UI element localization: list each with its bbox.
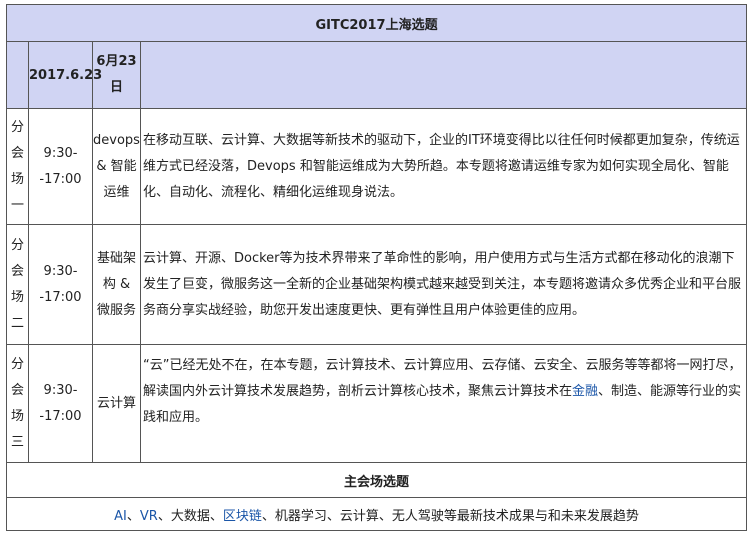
hall-label: 分会场三 [6,344,29,463]
session-description: 云计算、开源、Docker等为技术界带来了革命性的影响，用户使用方式与生活方式都… [139,224,748,345]
session-time: 9:30- -17:00 [28,108,93,225]
session-time: 9:30- -17:00 [28,224,93,345]
hall-label: 分会场二 [6,224,29,345]
ai-link[interactable]: AI [114,509,127,524]
gitc-schedule-table: GITC2017上海选题 2017.6.23 6月23日 分会场一 9:30- -… [5,4,748,531]
session-description: “云”已经无处不在，在本专题，云计算技术、云计算应用、云存储、云安全、云服务等等… [139,344,748,463]
vr-link[interactable]: VR [140,509,158,524]
session-time: 9:30- -17:00 [28,344,93,463]
header-empty-cell [139,41,748,109]
header-blank-cell [6,41,29,109]
main-hall-title: 主会场选题 [5,462,748,498]
session-row: 分会场三 9:30- -17:00 云计算 “云”已经无处不在，在本专题，云计算技… [6,344,748,463]
blockchain-link[interactable]: 区块链 [223,509,262,524]
session-row: 分会场二 9:30- -17:00 基础架构 & 微服务 云计算、开源、Docker… [6,224,748,345]
session-topic: 基础架构 & 微服务 [92,224,141,345]
session-row: 分会场一 9:30- -17:00 devops & 智能 运维 在移动互联、云计算、… [6,108,748,225]
table-title: GITC2017上海选题 [5,4,748,42]
session-topic: devops & 智能 运维 [92,108,141,225]
hall-label: 分会场一 [6,108,29,225]
date-cell: 2017.6.23 [28,41,102,109]
session-topic: 云计算 [92,344,141,463]
session-description: 在移动互联、云计算、大数据等新技术的驱动下，企业的IT环境变得比以往任何时候都更… [139,108,748,225]
main-hall-topics: AI、VR、大数据、区块链、机器学习、云计算、无人驾驶等最新技术成果与和未来发展… [5,497,748,531]
finance-link[interactable]: 金融 [572,384,598,399]
